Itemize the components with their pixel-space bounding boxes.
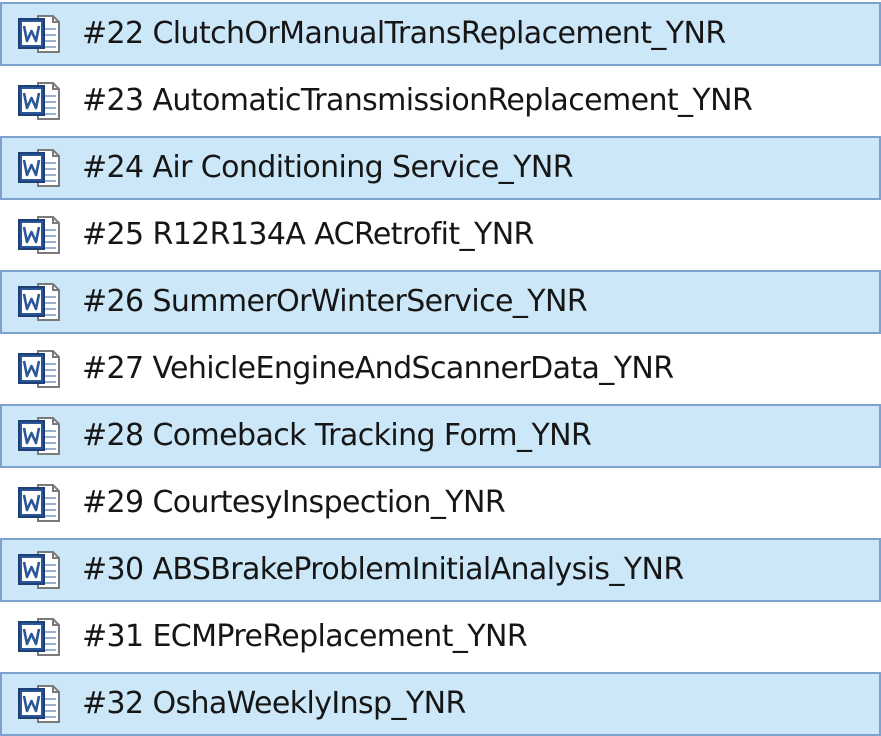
word-document-icon bbox=[16, 13, 62, 55]
file-name: #22 ClutchOrManualTransReplacement_YNR bbox=[82, 15, 726, 51]
word-document-icon bbox=[16, 80, 62, 122]
file-row-1[interactable]: #22 ClutchOrManualTransReplacement_YNR bbox=[0, 2, 881, 66]
file-name: #30 ABSBrakeProblemInitialAnalysis_YNR bbox=[82, 551, 684, 587]
file-row-5[interactable]: #26 SummerOrWinterService_YNR bbox=[0, 270, 881, 334]
file-row-11[interactable]: #32 OshaWeeklyInsp_YNR bbox=[0, 672, 881, 736]
word-document-icon bbox=[16, 415, 62, 457]
file-row-2[interactable]: #23 AutomaticTransmissionReplacement_YNR bbox=[0, 69, 881, 133]
word-document-icon bbox=[16, 549, 62, 591]
file-name: #24 Air Conditioning Service_YNR bbox=[82, 149, 574, 185]
file-row-7[interactable]: #28 Comeback Tracking Form_YNR bbox=[0, 404, 881, 468]
word-document-icon bbox=[16, 281, 62, 323]
word-document-icon bbox=[16, 482, 62, 524]
file-name: #27 VehicleEngineAndScannerData_YNR bbox=[82, 350, 674, 386]
file-row-10[interactable]: #31 ECMPreReplacement_YNR bbox=[0, 605, 881, 669]
file-name: #26 SummerOrWinterService_YNR bbox=[82, 283, 588, 319]
file-row-3[interactable]: #24 Air Conditioning Service_YNR bbox=[0, 136, 881, 200]
file-row-4[interactable]: #25 R12R134A ACRetrofit_YNR bbox=[0, 203, 881, 267]
file-row-9[interactable]: #30 ABSBrakeProblemInitialAnalysis_YNR bbox=[0, 538, 881, 602]
word-document-icon bbox=[16, 683, 62, 725]
word-document-icon bbox=[16, 214, 62, 256]
word-document-icon bbox=[16, 616, 62, 658]
file-row-8[interactable]: #29 CourtesyInspection_YNR bbox=[0, 471, 881, 535]
word-document-icon bbox=[16, 348, 62, 390]
file-name: #32 OshaWeeklyInsp_YNR bbox=[82, 685, 466, 721]
file-name: #29 CourtesyInspection_YNR bbox=[82, 484, 506, 520]
file-name: #28 Comeback Tracking Form_YNR bbox=[82, 417, 592, 453]
word-document-icon bbox=[16, 147, 62, 189]
file-name: #25 R12R134A ACRetrofit_YNR bbox=[82, 216, 534, 252]
file-list: #22 ClutchOrManualTransReplacement_YNR #… bbox=[0, 0, 881, 736]
file-name: #31 ECMPreReplacement_YNR bbox=[82, 618, 528, 654]
file-name: #23 AutomaticTransmissionReplacement_YNR bbox=[82, 82, 753, 118]
file-row-6[interactable]: #27 VehicleEngineAndScannerData_YNR bbox=[0, 337, 881, 401]
